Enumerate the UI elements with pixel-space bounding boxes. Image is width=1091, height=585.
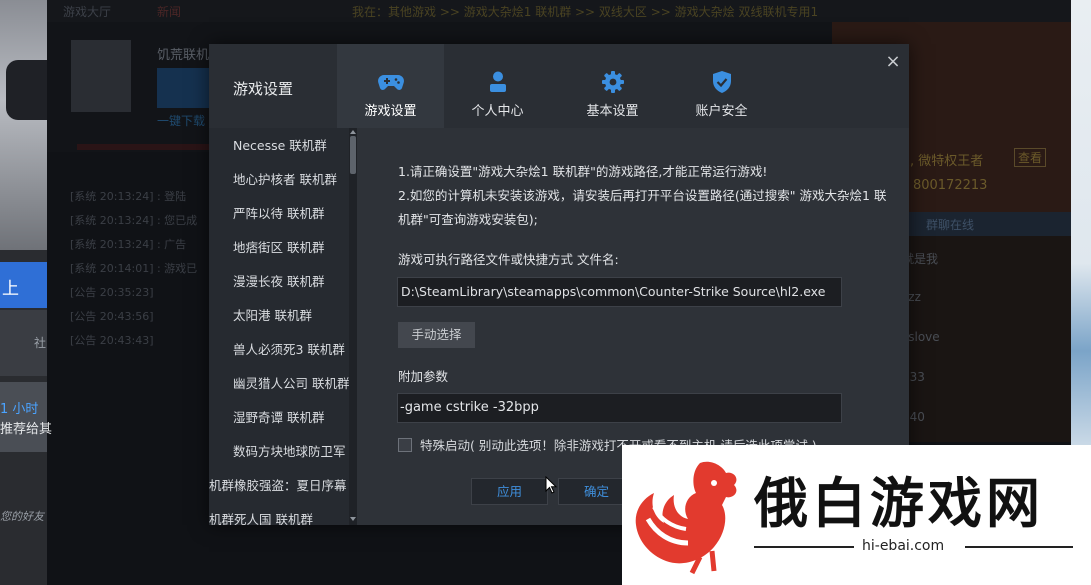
sidebar-game-item[interactable]: 幽灵猎人公司 联机群 — [209, 367, 349, 401]
sidebar-game-item[interactable]: 太阳港 联机群 — [209, 299, 349, 333]
launch-args-input[interactable]: -game cstrike -32bpp — [397, 393, 842, 423]
dialog-title: 游戏设置 — [233, 80, 294, 98]
bg-view-button[interactable]: 查看 — [1014, 148, 1047, 167]
scroll-down-arrow-icon[interactable] — [350, 517, 356, 521]
scroll-thumb[interactable] — [350, 136, 356, 174]
watermark-divider — [754, 546, 854, 548]
bg-left-photo — [0, 0, 47, 250]
bg-log-line: [公告 20:35:23] — [70, 286, 154, 299]
game-path-input[interactable]: D:\SteamLibrary\steamapps\common\Counter… — [397, 277, 842, 307]
bg-download-link[interactable]: 一键下载 — [157, 112, 205, 129]
bg-room-name: 饥荒联机 — [157, 48, 210, 63]
rooster-logo-icon — [635, 461, 737, 575]
args-label: 附加参数 — [398, 369, 449, 384]
sidebar-game-item[interactable]: 地痞街区 联机群 — [209, 231, 349, 265]
tab-label: 基本设置 — [586, 104, 639, 119]
path-label: 游戏可执行路径文件或快捷方式 文件名: — [398, 252, 619, 267]
sidebar-scrollbar[interactable] — [349, 128, 357, 525]
game-list-sidebar: Necesse 联机群 地心护核者 联机群 严阵以待 联机群 地痞街区 联机群 … — [209, 128, 357, 525]
background-left-panel: 上 社 1 小时 推荐给其 您的好友 — [0, 0, 52, 585]
tab-account-security[interactable]: 账户安全 — [668, 44, 775, 128]
bg-left-blue-tab[interactable]: 上 — [0, 262, 47, 308]
bg-room-avatar — [71, 40, 131, 112]
bg-log-line: [系统 20:13:24] : 您已成 — [70, 214, 198, 227]
bg-log-line: [公告 20:43:43] — [70, 334, 154, 347]
setup-notice: 1.请正确设置"游戏大杂烩1 联机群"的游戏路径,才能正常运行游戏! 2.如您的… — [398, 160, 888, 232]
gear-icon — [601, 71, 624, 93]
watermark-divider — [965, 546, 1073, 548]
tab-label: 账户安全 — [695, 104, 748, 119]
screen: 游戏大厅 新闻 我在：其他游戏 >> 游戏大杂烩1 联机群 >> 双线大区 >>… — [0, 0, 1091, 585]
sidebar-game-item[interactable]: 机群死人国 联机群 — [209, 503, 349, 525]
close-button[interactable]: × — [884, 53, 902, 71]
sidebar-game-item[interactable]: 兽人必须死3 联机群 — [209, 333, 349, 367]
dialog-header: 游戏设置 游戏设置 个人中心 基本设置 账户安全 × — [209, 44, 909, 128]
manual-select-button[interactable]: 手动选择 — [398, 322, 475, 348]
watermark-url: hi-ebai.com — [862, 538, 945, 554]
bg-log-line: [系统 20:14:01] : 游戏已 — [70, 262, 198, 275]
sidebar-game-item[interactable]: 严阵以待 联机群 — [209, 197, 349, 231]
bg-news-title: 推荐给其 — [0, 422, 53, 437]
tab-label: 游戏设置 — [364, 104, 417, 119]
sidebar-game-item[interactable]: 机群橡胶强盗：夏日序幕 联 — [209, 469, 349, 503]
sidebar-game-item[interactable]: 湿野奇谭 联机群 — [209, 401, 349, 435]
bg-friends-hint: 您的好友 — [0, 510, 44, 523]
scroll-up-arrow-icon[interactable] — [350, 130, 356, 134]
bg-log-line: [系统 20:13:24] : 广告 — [70, 238, 187, 251]
tab-game-settings[interactable]: 游戏设置 — [337, 44, 444, 128]
mouse-cursor-icon — [545, 476, 558, 494]
bg-log-line: [公告 20:43:56] — [70, 310, 154, 323]
tab-basic-settings[interactable]: 基本设置 — [559, 44, 666, 128]
bg-tab-news[interactable]: 新闻 — [157, 3, 181, 20]
notice-line: 2.如您的计算机未安装该游戏，请安装后再打开平台设置路径(通过搜索" 游戏大杂烩… — [398, 188, 887, 227]
site-watermark: 俄白游戏网 hi-ebai.com — [622, 445, 1091, 585]
bg-breadcrumb: 我在：其他游戏 >> 游戏大杂烩1 联机群 >> 双线大区 >> 游戏大杂烩 双… — [352, 5, 819, 19]
sidebar-game-item[interactable]: 漫漫长夜 联机群 — [209, 265, 349, 299]
sidebar-game-item[interactable]: 数码方块地球防卫军 联 — [209, 435, 349, 469]
notice-line: 1.请正确设置"游戏大杂烩1 联机群"的游戏路径,才能正常运行游戏! — [398, 164, 768, 179]
bg-left-news[interactable]: 1 小时 推荐给其 — [0, 382, 52, 452]
sidebar-game-item[interactable]: Necesse 联机群 — [209, 129, 349, 163]
special-launch-checkbox[interactable] — [398, 438, 412, 452]
bg-news-time: 1 小时 — [0, 402, 39, 417]
apply-button[interactable]: 应用 — [471, 478, 548, 505]
bg-tab-lobby[interactable]: 游戏大厅 — [63, 3, 111, 20]
sidebar-game-item[interactable]: 地心护核者 联机群 — [209, 163, 349, 197]
shield-check-icon — [712, 71, 731, 93]
background-topbar: 游戏大厅 新闻 我在：其他游戏 >> 游戏大杂烩1 联机群 >> 双线大区 >>… — [47, 0, 1071, 22]
bg-lightning-button[interactable] — [157, 68, 209, 108]
tab-personal-center[interactable]: 个人中心 — [444, 44, 551, 128]
bg-left-social[interactable]: 社 — [0, 310, 47, 376]
watermark-brand: 俄白游戏网 — [754, 472, 1044, 535]
user-icon — [489, 71, 506, 92]
bg-log-line: [系统 20:13:24] : 登陆 — [70, 190, 187, 203]
gamepad-icon — [377, 75, 404, 90]
background-chat-log: [系统 20:13:24] : 登陆 [系统 20:13:24] : 您已成 [… — [70, 188, 197, 356]
tab-label: 个人中心 — [471, 104, 524, 119]
